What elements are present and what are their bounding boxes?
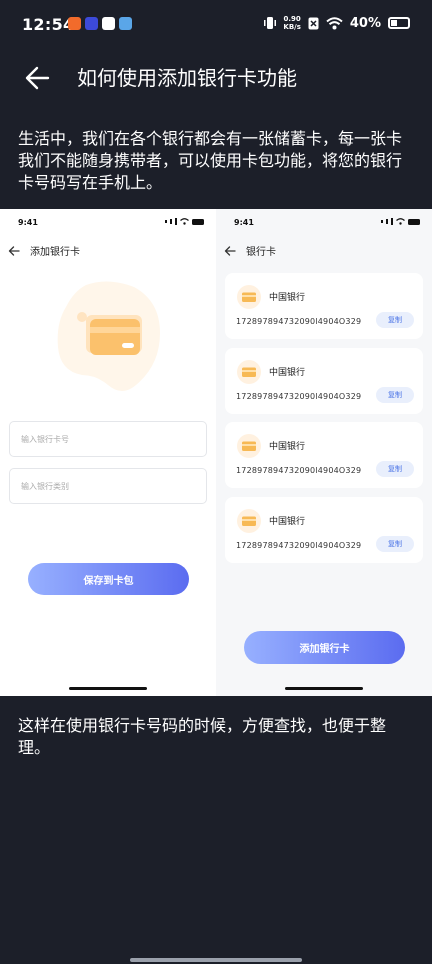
bank-card-item[interactable]: 中国银行 172897894732090l4904O329 复制	[225, 422, 423, 488]
app-notification-icon	[68, 17, 81, 30]
copy-button[interactable]: 复制	[376, 387, 414, 403]
arrow-left-icon	[8, 245, 20, 256]
preview-home-indicator	[69, 687, 147, 690]
vibrate-icon	[264, 17, 277, 29]
network-speed: 0.90 KB/s	[283, 15, 301, 31]
bank-card-icon	[237, 509, 261, 533]
bank-card-item[interactable]: 中国银行 172897894732090l4904O329 复制	[225, 348, 423, 414]
bank-name: 中国银行	[269, 442, 306, 452]
card-type-field[interactable]	[9, 468, 207, 504]
tutorial-preview-image: 9:41 添加银行卡 保存到卡包	[0, 209, 432, 696]
preview-nav-bar: 添加银行卡	[8, 243, 80, 258]
card-number: 172897894732090l4904O329	[236, 317, 362, 326]
bank-card-icon	[237, 434, 261, 458]
card-number: 172897894732090l4904O329	[236, 466, 362, 475]
copy-button[interactable]: 复制	[376, 312, 414, 328]
bank-name: 中国银行	[269, 517, 306, 527]
bank-card-item[interactable]: 中国银行 172897894732090l4904O329 复制	[225, 497, 423, 563]
preview-status-time: 9:41	[18, 218, 38, 227]
status-time: 12:54	[22, 15, 75, 34]
preview-status-time: 9:41	[234, 218, 254, 227]
bank-card-list-preview: 9:41 银行卡 中国银行 172897894732090l4904O329 复…	[216, 209, 432, 696]
notification-icons	[68, 17, 132, 30]
save-to-wallet-button[interactable]: 保存到卡包	[28, 563, 189, 595]
page-header: 如何使用添加银行卡功能	[0, 52, 432, 104]
image-app-icon	[119, 17, 132, 30]
bank-card-illustration	[57, 281, 160, 391]
preview-home-indicator	[285, 687, 363, 690]
battery-icon	[388, 17, 410, 29]
preview-nav-bar: 银行卡	[224, 243, 276, 258]
outro-paragraph: 这样在使用银行卡号码的时候，方便查找，也便于整理。	[18, 716, 387, 757]
card-type-input[interactable]	[10, 469, 206, 503]
preview-nav-title: 银行卡	[246, 247, 276, 258]
preview-status-icons	[165, 218, 204, 225]
battery-percent: 40%	[349, 15, 381, 31]
preview-status-icons	[381, 218, 420, 225]
sync-app-icon	[102, 17, 115, 30]
wifi-icon	[326, 16, 343, 29]
status-bar: 12:54 0.90 KB/s 40%	[0, 0, 432, 50]
bank-card-icon	[237, 360, 261, 384]
add-card-screen-preview: 9:41 添加银行卡 保存到卡包	[0, 209, 216, 696]
video-app-icon	[85, 17, 98, 30]
arrow-left-icon	[25, 66, 50, 90]
back-button[interactable]	[22, 62, 54, 94]
add-bank-card-button[interactable]: 添加银行卡	[244, 631, 405, 664]
arrow-left-icon	[224, 245, 236, 256]
bank-name: 中国银行	[269, 368, 306, 378]
card-number: 172897894732090l4904O329	[236, 392, 362, 401]
bank-name: 中国银行	[269, 293, 306, 303]
bank-card-icon	[237, 285, 261, 309]
card-number-field[interactable]	[9, 421, 207, 457]
card-number-input[interactable]	[10, 422, 206, 456]
page-title: 如何使用添加银行卡功能	[77, 66, 297, 90]
system-home-indicator[interactable]	[130, 958, 302, 962]
preview-nav-title: 添加银行卡	[30, 247, 80, 258]
status-right: 0.90 KB/s 40%	[264, 15, 410, 31]
copy-button[interactable]: 复制	[376, 536, 414, 552]
no-sim-icon	[308, 17, 319, 29]
intro-paragraph: 生活中，我们在各个银行都会有一张储蓄卡，每一张卡我们不能随身携带者，可以使用卡包…	[18, 129, 403, 192]
bank-card-item[interactable]: 中国银行 172897894732090l4904O329 复制	[225, 273, 423, 339]
card-number: 172897894732090l4904O329	[236, 541, 362, 550]
copy-button[interactable]: 复制	[376, 461, 414, 477]
